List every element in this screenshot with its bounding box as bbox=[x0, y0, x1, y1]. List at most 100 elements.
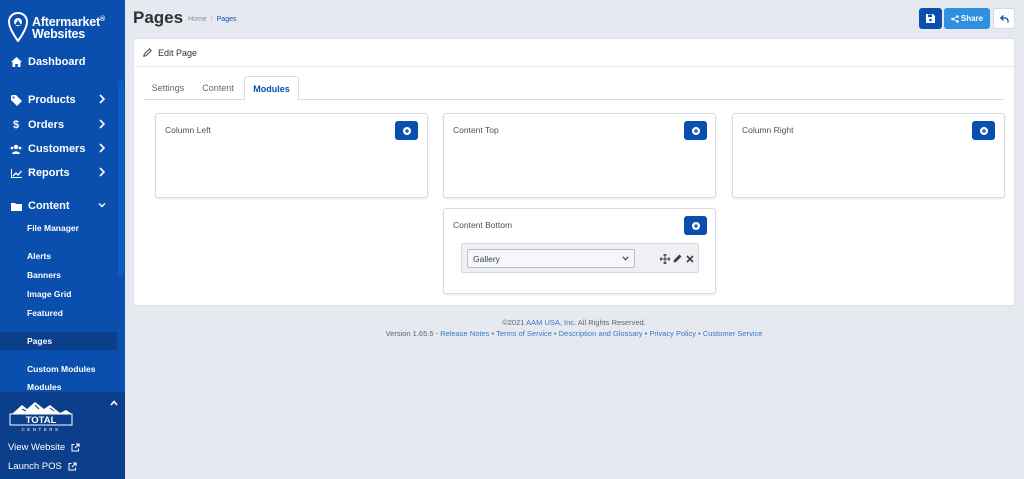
sidebar-item-content[interactable]: Content bbox=[0, 195, 117, 217]
back-button[interactable] bbox=[993, 8, 1015, 29]
logo-text: Aftermarket® Websites bbox=[32, 15, 105, 41]
breadcrumb: Home / Pages bbox=[188, 16, 237, 23]
description-glossary-link[interactable]: Description and Glossary bbox=[559, 329, 643, 338]
plus-circle-icon bbox=[691, 126, 700, 135]
chevron-right-icon bbox=[99, 167, 106, 177]
floppy-disk-icon bbox=[926, 14, 935, 23]
sidebar-item-orders[interactable]: $ Orders bbox=[0, 114, 117, 136]
module-select[interactable]: Gallery bbox=[467, 249, 635, 268]
sidebar-subitem-banners[interactable]: Banners bbox=[0, 266, 117, 284]
tag-icon bbox=[10, 94, 22, 106]
sidebar-item-label: Customers bbox=[28, 143, 86, 155]
tab-modules[interactable]: Modules bbox=[244, 76, 299, 101]
sidebar-item-reports[interactable]: Reports bbox=[0, 162, 117, 184]
tab-content[interactable]: Content bbox=[193, 76, 243, 100]
launch-pos-label: Launch POS bbox=[8, 461, 62, 472]
edit-pencil-icon[interactable] bbox=[672, 253, 683, 264]
share-icon bbox=[951, 14, 959, 23]
scrollbar-thumb[interactable] bbox=[118, 80, 124, 276]
sidebar-item-label: Orders bbox=[28, 119, 65, 131]
plus-circle-icon bbox=[979, 126, 988, 135]
chart-icon bbox=[10, 167, 22, 179]
breadcrumb-home[interactable]: Home bbox=[188, 16, 207, 23]
plus-circle-icon bbox=[691, 221, 700, 230]
tab-bar: Settings Content Modules bbox=[143, 76, 1003, 101]
card-header: Edit Page bbox=[134, 39, 1014, 67]
sidebar: Aftermarket® Websites Dashboard Products… bbox=[0, 0, 125, 479]
sidebar-item-label: Content bbox=[28, 200, 70, 212]
share-label: Share bbox=[960, 14, 984, 23]
users-icon bbox=[10, 143, 22, 155]
launch-pos-link[interactable]: Launch POS bbox=[8, 461, 77, 472]
chevron-up-icon[interactable] bbox=[109, 398, 119, 408]
sidebar-subitem-alerts[interactable]: Alerts bbox=[0, 247, 117, 265]
view-website-label: View Website bbox=[8, 442, 66, 453]
sidebar-subitem-image-grid[interactable]: Image Grid bbox=[0, 285, 117, 303]
breadcrumb-current[interactable]: Pages bbox=[217, 16, 237, 23]
chevron-right-icon bbox=[99, 143, 106, 153]
zone-content-bottom: Content Bottom Gallery bbox=[443, 208, 716, 294]
sidebar-item-products[interactable]: Products bbox=[0, 89, 117, 111]
sidebar-scrollbar[interactable] bbox=[117, 0, 125, 392]
company-link[interactable]: AAM USA, Inc. bbox=[526, 318, 576, 327]
folder-icon bbox=[10, 200, 22, 212]
chevron-down-icon bbox=[622, 256, 629, 261]
add-module-button[interactable] bbox=[684, 121, 707, 140]
add-module-button[interactable] bbox=[972, 121, 995, 140]
edit-page-card: Edit Page Settings Content Modules Colum… bbox=[133, 38, 1015, 306]
external-link-icon bbox=[68, 462, 77, 471]
plus-circle-icon bbox=[402, 126, 411, 135]
tab-settings[interactable]: Settings bbox=[143, 76, 193, 100]
zone-title: Column Right bbox=[742, 125, 794, 135]
privacy-policy-link[interactable]: Privacy Policy bbox=[649, 329, 696, 338]
card-title: Edit Page bbox=[158, 47, 198, 58]
module-row: Gallery bbox=[461, 243, 699, 273]
dollar-icon: $ bbox=[12, 119, 20, 131]
zone-title: Column Left bbox=[165, 125, 211, 135]
aftermarket-websites-logo[interactable]: Aftermarket® Websites bbox=[8, 8, 120, 46]
chevron-right-icon bbox=[99, 94, 106, 104]
separator: • bbox=[551, 329, 559, 338]
customer-service-link[interactable]: Customer Service bbox=[703, 329, 763, 338]
sidebar-subitem-custom-modules[interactable]: Custom Modules bbox=[0, 360, 117, 378]
footer-copyright: ©2021 AAM USA, Inc. All Rights Reserved. bbox=[133, 318, 1015, 327]
release-notes-link[interactable]: Release Notes bbox=[440, 329, 489, 338]
zone-title: Content Top bbox=[453, 125, 499, 135]
remove-x-icon[interactable] bbox=[684, 253, 695, 264]
module-select-value: Gallery bbox=[473, 253, 500, 264]
sidebar-subitem-featured[interactable]: Featured bbox=[0, 304, 117, 322]
chevron-right-icon bbox=[99, 119, 106, 129]
svg-text:CENTERS: CENTERS bbox=[21, 427, 60, 432]
save-button[interactable] bbox=[919, 8, 942, 29]
chevron-down-icon bbox=[98, 203, 106, 208]
sidebar-footer: TOTAL CENTERS View Website Launch POS bbox=[0, 392, 125, 479]
sidebar-item-label: Reports bbox=[28, 167, 70, 179]
share-button[interactable]: Share bbox=[944, 8, 990, 29]
view-website-link[interactable]: View Website bbox=[8, 442, 80, 453]
add-module-button[interactable] bbox=[395, 121, 418, 140]
version-text: Version 1.65.5 - bbox=[385, 329, 441, 338]
sidebar-subitem-modules[interactable]: Modules bbox=[0, 378, 117, 392]
separator: • bbox=[696, 329, 703, 338]
zone-column-right: Column Right bbox=[732, 113, 1005, 198]
copyright-suffix: All Rights Reserved. bbox=[576, 318, 646, 327]
home-icon bbox=[10, 56, 22, 68]
pencil-icon bbox=[143, 48, 152, 57]
sidebar-subitem-file-manager[interactable]: File Manager bbox=[0, 219, 117, 237]
add-module-button[interactable] bbox=[684, 216, 707, 235]
zone-column-left: Column Left bbox=[155, 113, 428, 198]
sidebar-subitem-pages[interactable]: Pages bbox=[0, 332, 117, 350]
svg-text:TOTAL: TOTAL bbox=[26, 415, 57, 426]
copyright-prefix: ©2021 bbox=[502, 318, 527, 327]
page-title: Pages bbox=[133, 8, 184, 27]
sidebar-item-dashboard[interactable]: Dashboard bbox=[0, 51, 117, 73]
total-truck-centers-logo: TOTAL CENTERS bbox=[9, 402, 73, 432]
map-pin-logo-icon bbox=[8, 12, 28, 42]
zone-title: Content Bottom bbox=[453, 220, 513, 230]
move-icon[interactable] bbox=[659, 253, 670, 264]
footer-links: Version 1.65.5 - Release Notes • Terms o… bbox=[133, 329, 1015, 338]
undo-arrow-icon bbox=[999, 14, 1009, 23]
sidebar-item-customers[interactable]: Customers bbox=[0, 138, 117, 160]
terms-of-service-link[interactable]: Terms of Service bbox=[496, 329, 552, 338]
sidebar-item-label: Products bbox=[28, 94, 76, 106]
